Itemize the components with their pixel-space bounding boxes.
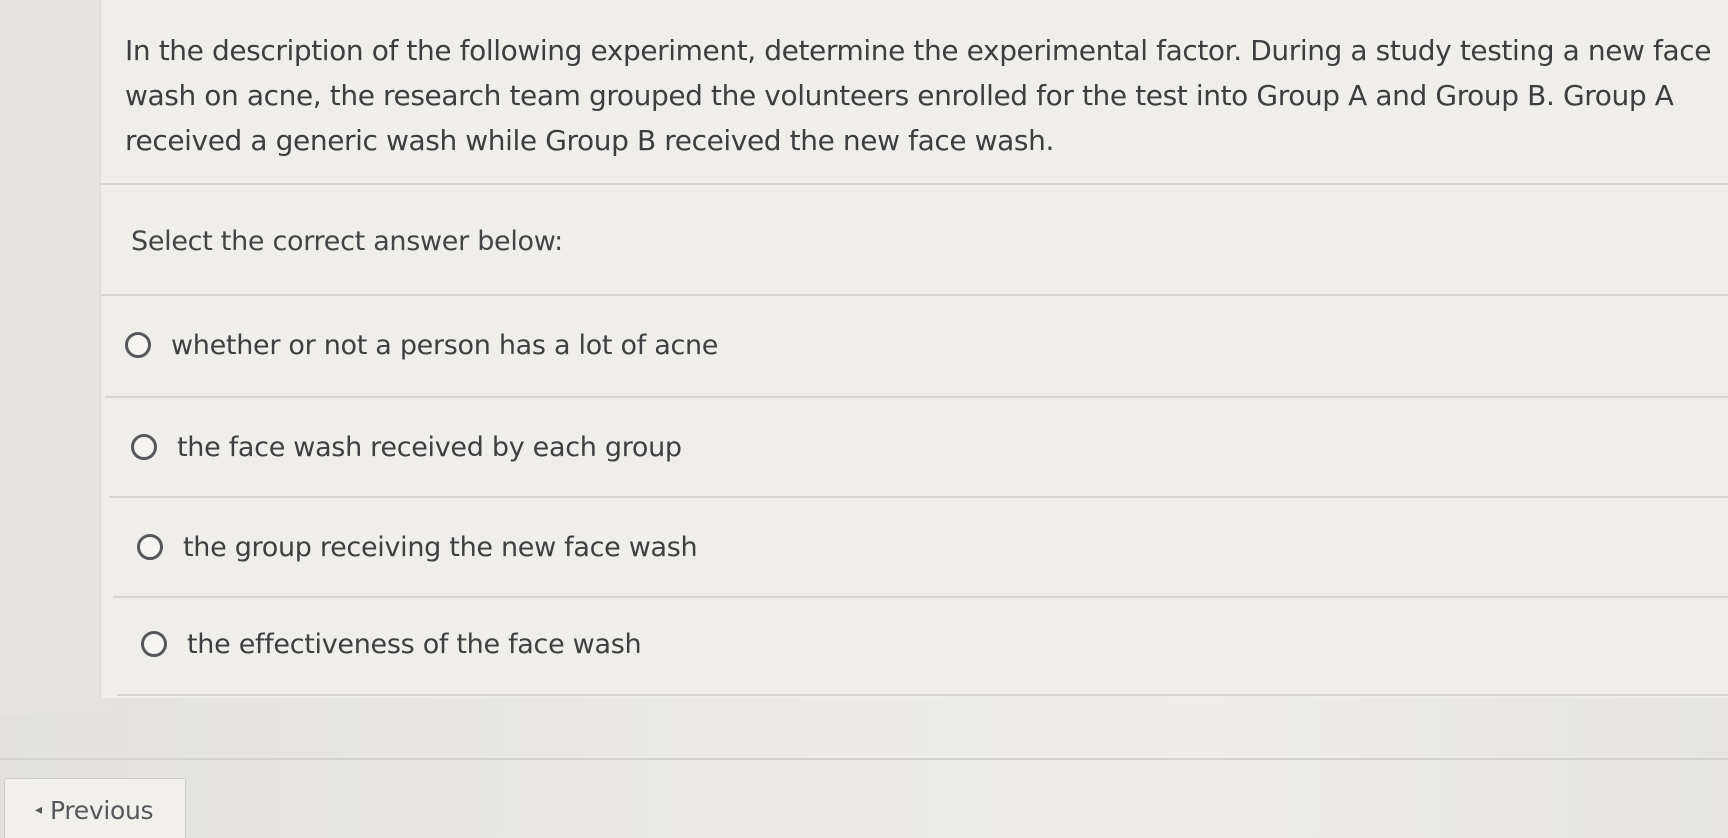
option-label: the group receiving the new face wash: [183, 531, 698, 563]
radio-button[interactable]: [141, 631, 167, 657]
radio-button[interactable]: [137, 534, 163, 560]
option-label: whether or not a person has a lot of acn…: [171, 329, 719, 361]
footer-divider: [0, 758, 1728, 760]
radio-button[interactable]: [131, 434, 157, 460]
left-margin: [0, 0, 112, 716]
answer-option-4[interactable]: the effectiveness of the face wash: [101, 595, 1728, 693]
quiz-page: In the description of the following expe…: [0, 0, 1728, 838]
option-label: the face wash received by each group: [177, 431, 682, 463]
divider: [117, 694, 1728, 696]
answer-prompt: Select the correct answer below:: [131, 226, 563, 257]
question-text: In the description of the following expe…: [125, 34, 1712, 157]
answer-option-2[interactable]: the face wash received by each group: [101, 398, 1728, 496]
option-label: the effectiveness of the face wash: [187, 628, 642, 660]
question-card: In the description of the following expe…: [100, 0, 1728, 698]
previous-label: Previous: [50, 795, 154, 825]
radio-button[interactable]: [125, 332, 151, 358]
divider: [101, 183, 1728, 185]
previous-button[interactable]: ◂ Previous: [4, 778, 186, 838]
answer-option-3[interactable]: the group receiving the new face wash: [101, 498, 1728, 596]
chevron-left-icon: ◂: [35, 802, 43, 818]
answer-option-1[interactable]: whether or not a person has a lot of acn…: [101, 296, 1728, 394]
